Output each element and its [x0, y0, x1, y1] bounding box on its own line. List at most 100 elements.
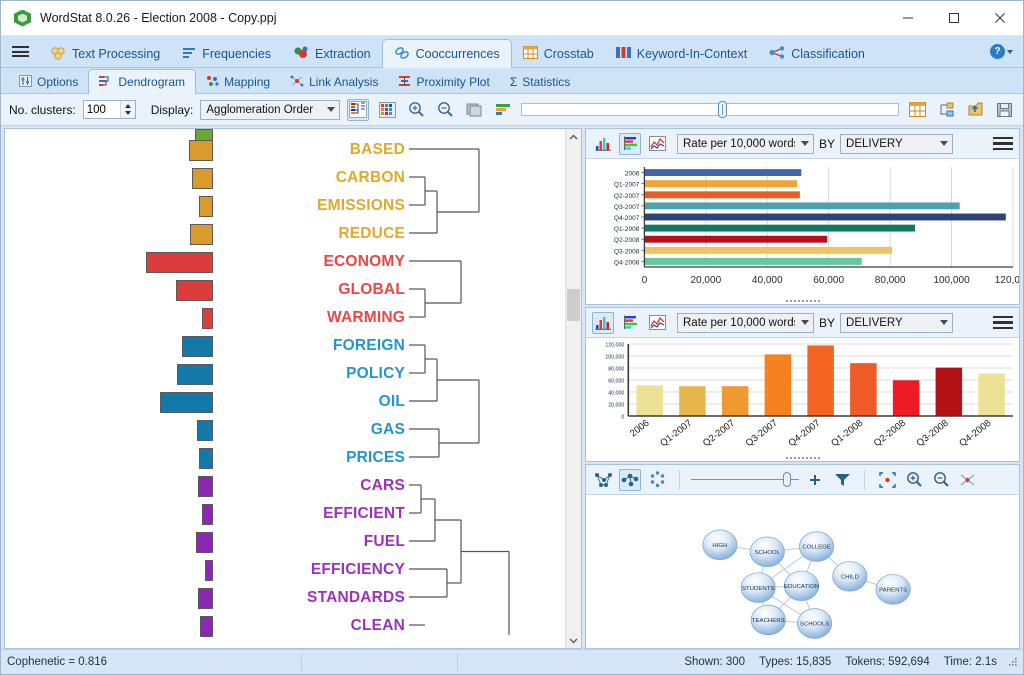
node-link-icon	[621, 471, 640, 488]
category-label: Q3-2008	[614, 248, 640, 255]
circular-layout-button[interactable]	[646, 469, 668, 491]
chart2-menu-button[interactable]	[993, 313, 1013, 332]
tab-label: Text Processing	[72, 47, 160, 61]
display-select[interactable]: Agglomeration Order	[200, 100, 340, 120]
save-as-button[interactable]	[964, 99, 986, 121]
chart1-measure-select[interactable]: Rate per 10,000 words	[677, 134, 814, 154]
tab-classification[interactable]: Classification	[758, 41, 876, 67]
tab-crosstab[interactable]: Crosstab	[512, 41, 605, 67]
zoom-out-icon	[437, 101, 454, 118]
status-shown: Shown: 300	[684, 656, 745, 668]
subtab-link-analysis[interactable]: Link Analysis	[280, 71, 388, 93]
horizontal-bar-chart: 020,00040,00060,00080,000100,000120,0002…	[586, 159, 1019, 304]
stepper-arrows[interactable]	[120, 101, 135, 118]
link-analysis-icon	[290, 75, 304, 90]
chart2-body[interactable]: 020,00040,00060,00080,000100,000120,0002…	[586, 338, 1019, 461]
slider-thumb[interactable]	[718, 101, 727, 118]
export-chart-button[interactable]	[492, 99, 514, 121]
kwic-icon	[616, 46, 631, 62]
tab-text-processing[interactable]: Text Processing	[39, 41, 171, 67]
bar	[636, 385, 662, 416]
dendrogram-canvas[interactable]: BASEDCARBONEMISSIONSREDUCEECONOMYGLOBALW…	[5, 129, 565, 648]
network-node-label: HIGH	[712, 543, 727, 549]
chart2-line-chart-button[interactable]	[646, 312, 668, 334]
dendrogram-zoom-slider[interactable]	[521, 102, 899, 117]
fit-to-screen-button[interactable]	[876, 469, 898, 491]
chart1-menu-button[interactable]	[993, 134, 1013, 153]
category-label: Q2-2007	[701, 418, 737, 449]
network-zoom-in-button[interactable]	[903, 469, 925, 491]
y-axis-tick: 60,000	[608, 378, 624, 384]
clusters-stepper[interactable]	[83, 100, 136, 119]
close-button[interactable]	[977, 1, 1023, 36]
crosstab-icon	[523, 46, 538, 62]
chart2-vertical-bar-button[interactable]	[592, 312, 614, 334]
panel2-resize-grip[interactable]	[586, 454, 1019, 461]
slider-thumb[interactable]	[783, 472, 791, 487]
scroll-down-button[interactable]	[566, 632, 581, 648]
clusters-input[interactable]	[84, 101, 120, 118]
vertical-bar-chart: 020,00040,00060,00080,000100,000120,0002…	[586, 338, 1019, 461]
y-axis-tick: 100,000	[605, 354, 624, 360]
main-content: BASEDCARBONEMISSIONSREDUCEECONOMYGLOBALW…	[1, 126, 1023, 649]
minimize-button[interactable]	[885, 1, 931, 36]
maximize-button[interactable]	[931, 1, 977, 36]
dendrogram-panel: BASEDCARBONEMISSIONSREDUCEECONOMYGLOBALW…	[4, 128, 582, 649]
y-axis-tick: 0	[621, 414, 624, 420]
sigma-icon: Σ	[510, 75, 517, 89]
zoom-out-button[interactable]	[434, 99, 456, 121]
chart2-horizontal-bar-button[interactable]	[619, 312, 641, 334]
network-zoom-out-button[interactable]	[930, 469, 952, 491]
chart1-horizontal-bar-button[interactable]	[619, 133, 641, 155]
tab-extraction[interactable]: Extraction	[282, 41, 382, 67]
chart1-line-chart-button[interactable]	[646, 133, 668, 155]
network-graph-button[interactable]	[592, 469, 614, 491]
chart1-by-label: BY	[819, 137, 835, 151]
scrollbar-thumb[interactable]	[567, 289, 580, 321]
main-menu-button[interactable]	[1, 36, 39, 67]
network-density-slider[interactable]	[691, 472, 799, 487]
chart1-vertical-bar-button[interactable]	[592, 133, 614, 155]
vertical-bar-chart-icon	[595, 315, 612, 330]
resize-grip-icon[interactable]	[1007, 656, 1019, 668]
reset-layout-button[interactable]	[957, 469, 979, 491]
dendrogram-view-button[interactable]	[347, 99, 369, 121]
tab-keyword-in-context[interactable]: Keyword-In-Context	[605, 41, 758, 67]
tab-label: Frequencies	[202, 47, 271, 61]
chart2-measure-select[interactable]: Rate per 10,000 words	[677, 313, 814, 333]
chart1-body[interactable]: 020,00040,00060,00080,000100,000120,0002…	[586, 159, 1019, 304]
chart2-by-select[interactable]: DELIVERY	[840, 313, 953, 333]
subtab-proximity-plot[interactable]: Proximity Plot	[388, 71, 499, 93]
title-bar: WordStat 8.0.26 - Election 2008 - Copy.p…	[1, 1, 1023, 36]
status-types: Types: 15,835	[759, 656, 831, 668]
add-node-button[interactable]	[804, 469, 826, 491]
panel1-resize-grip[interactable]	[586, 297, 1019, 304]
color-palette-button[interactable]	[376, 99, 398, 121]
category-label: Q3-2008	[915, 418, 951, 449]
category-label: 2006	[628, 418, 652, 440]
subtab-dendrogram[interactable]: Dendrogram	[88, 69, 196, 94]
classification-icon	[769, 46, 785, 62]
zoom-in-icon	[408, 101, 425, 118]
zoom-in-button[interactable]	[405, 99, 427, 121]
category-label: 2006	[625, 171, 640, 178]
subtab-mapping[interactable]: Mapping	[196, 71, 280, 93]
filter-button[interactable]	[831, 469, 853, 491]
subtab-options[interactable]: Options	[9, 71, 88, 93]
save-button[interactable]	[993, 99, 1015, 121]
tree-export-button[interactable]	[935, 99, 957, 121]
node-link-button[interactable]	[619, 469, 641, 491]
color-palette-icon	[379, 102, 396, 118]
dendrogram-scrollbar[interactable]	[565, 129, 581, 648]
extraction-icon	[293, 46, 309, 63]
image-copy-button[interactable]	[463, 99, 485, 121]
network-body[interactable]: HIGHSCHOOLCOLLEGECHILDPARENTSSTUDENTSEDU…	[586, 495, 1019, 648]
tab-label: Cooccurrences	[416, 47, 500, 61]
scroll-up-button[interactable]	[566, 129, 581, 145]
tab-cooccurrences[interactable]: Cooccurrences	[382, 39, 512, 68]
subtab-statistics[interactable]: Σ Statistics	[500, 71, 580, 93]
table-grid-button[interactable]	[906, 99, 928, 121]
chart1-by-select[interactable]: DELIVERY	[840, 134, 953, 154]
help-button[interactable]: ?	[990, 36, 1013, 67]
tab-frequencies[interactable]: Frequencies	[171, 41, 282, 67]
